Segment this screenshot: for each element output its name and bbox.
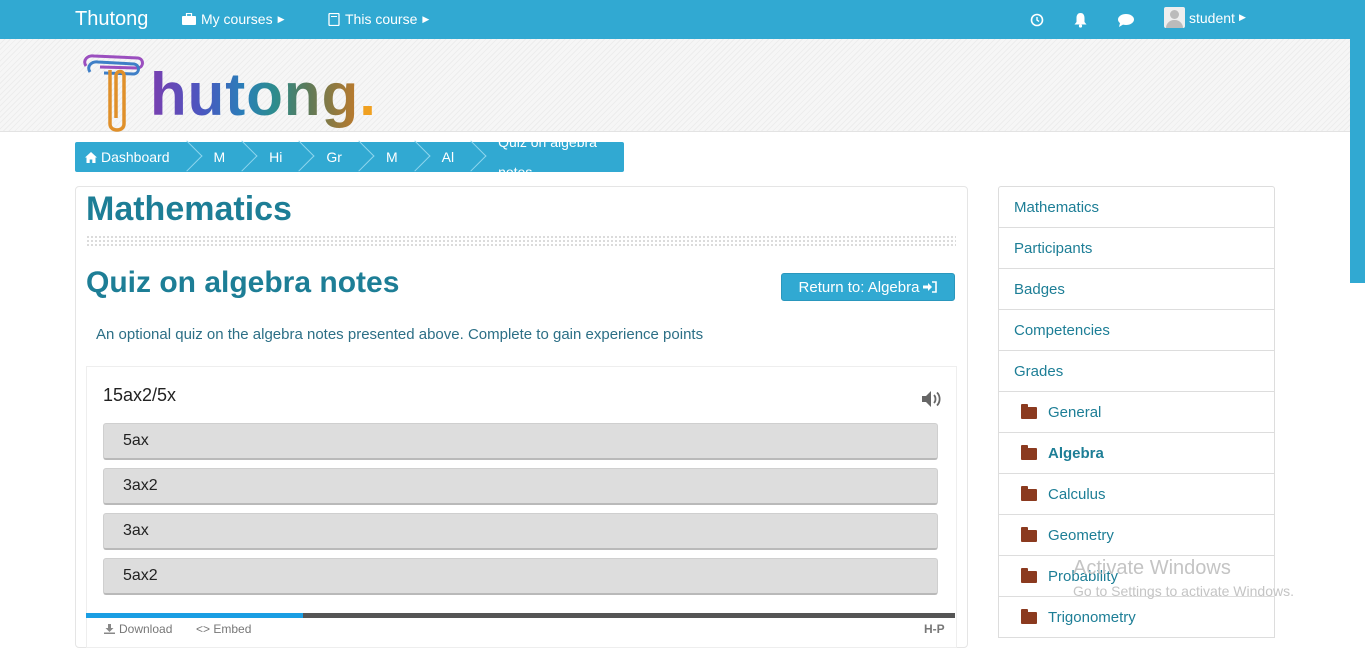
nav-section-algebra[interactable]: Algebra	[999, 433, 1274, 474]
answer-option[interactable]: 3ax	[103, 513, 938, 550]
answer-option[interactable]: 3ax2	[103, 468, 938, 505]
folder-icon	[1021, 568, 1037, 583]
breadcrumb-item[interactable]: Gr	[302, 140, 375, 172]
nav-section-general[interactable]: General	[999, 392, 1274, 433]
course-title: Mathematics	[86, 190, 292, 228]
bell-icon[interactable]	[1070, 10, 1090, 30]
nav-item-mathematics[interactable]: Mathematics	[999, 187, 1274, 228]
nav-item-grades[interactable]: Grades	[999, 351, 1274, 392]
h5p-logo[interactable]: H-P	[924, 622, 945, 636]
chat-icon[interactable]	[1116, 10, 1136, 30]
activation-watermark-subtitle: Go to Settings to activate Windows.	[1073, 583, 1294, 599]
top-navbar: Thutong My courses ▶ This course ▶ stude…	[0, 0, 1365, 39]
page-title: Quiz on algebra notes	[86, 266, 400, 299]
sign-in-icon	[923, 281, 938, 293]
breadcrumb: Dashboard M Hi Gr M Al Quiz on algebra n…	[75, 134, 624, 180]
my-courses-label: My courses	[201, 11, 273, 27]
home-icon	[85, 151, 97, 163]
quiz-progress-bar	[86, 613, 303, 618]
nav-item-participants[interactable]: Participants	[999, 228, 1274, 269]
folder-icon	[1021, 486, 1037, 501]
scrollbar-accent	[1350, 39, 1365, 283]
return-button-label: Return to: Algebra	[798, 278, 920, 296]
nav-item-badges[interactable]: Badges	[999, 269, 1274, 310]
answer-option[interactable]: 5ax	[103, 423, 938, 460]
avatar	[1164, 7, 1185, 28]
quiz-question: 15ax2/5x	[103, 385, 177, 405]
caret-right-icon: ▶	[277, 13, 285, 24]
my-courses-menu[interactable]: My courses ▶	[182, 11, 285, 27]
breadcrumb-item[interactable]: Al	[418, 140, 487, 172]
title-divider	[86, 235, 956, 246]
this-course-menu[interactable]: This course ▶	[328, 11, 429, 27]
breadcrumb-item[interactable]: M	[362, 140, 431, 172]
folder-icon	[1021, 404, 1037, 419]
this-course-label: This course	[345, 11, 418, 27]
breadcrumb-item[interactable]: M	[190, 140, 258, 172]
return-to-section-button[interactable]: Return to: Algebra	[781, 273, 955, 301]
download-icon	[104, 624, 115, 634]
folder-icon	[1021, 527, 1037, 542]
nav-item-competencies[interactable]: Competencies	[999, 310, 1274, 351]
nav-section-trigonometry[interactable]: Trigonometry	[999, 597, 1274, 638]
book-icon	[328, 12, 340, 26]
caret-right-icon: ▶	[422, 13, 430, 24]
h5p-quiz-frame	[86, 366, 957, 648]
logo-wordmark: hutong.	[150, 58, 377, 132]
download-link[interactable]: Download	[104, 622, 172, 636]
folder-icon	[1021, 445, 1037, 460]
paperclip-t-icon	[83, 54, 144, 132]
logo-dot: .	[359, 61, 377, 128]
nav-section-calculus[interactable]: Calculus	[999, 474, 1274, 515]
logo-text: hutong	[150, 61, 360, 128]
embed-link[interactable]: <> Embed	[196, 622, 251, 636]
history-icon[interactable]	[1027, 10, 1047, 30]
user-menu[interactable]: student ▶	[1164, 7, 1246, 28]
speaker-icon[interactable]	[920, 389, 942, 409]
folder-icon	[1021, 609, 1037, 624]
user-name: student	[1189, 9, 1235, 26]
activation-watermark-title: Activate Windows	[1073, 557, 1231, 579]
breadcrumb-dashboard[interactable]: Dashboard	[75, 140, 203, 172]
caret-right-icon: ▶	[1238, 12, 1246, 22]
breadcrumb-current: Quiz on algebra notes	[498, 134, 597, 180]
answer-option[interactable]: 5ax2	[103, 558, 938, 595]
site-brand[interactable]: Thutong	[75, 8, 148, 31]
nav-section-geometry[interactable]: Geometry	[999, 515, 1274, 556]
activity-intro: An optional quiz on the algebra notes pr…	[96, 326, 704, 343]
breadcrumb-item[interactable]: Hi	[245, 140, 315, 172]
site-logo[interactable]: hutong.	[80, 44, 377, 132]
briefcase-icon	[182, 13, 196, 25]
